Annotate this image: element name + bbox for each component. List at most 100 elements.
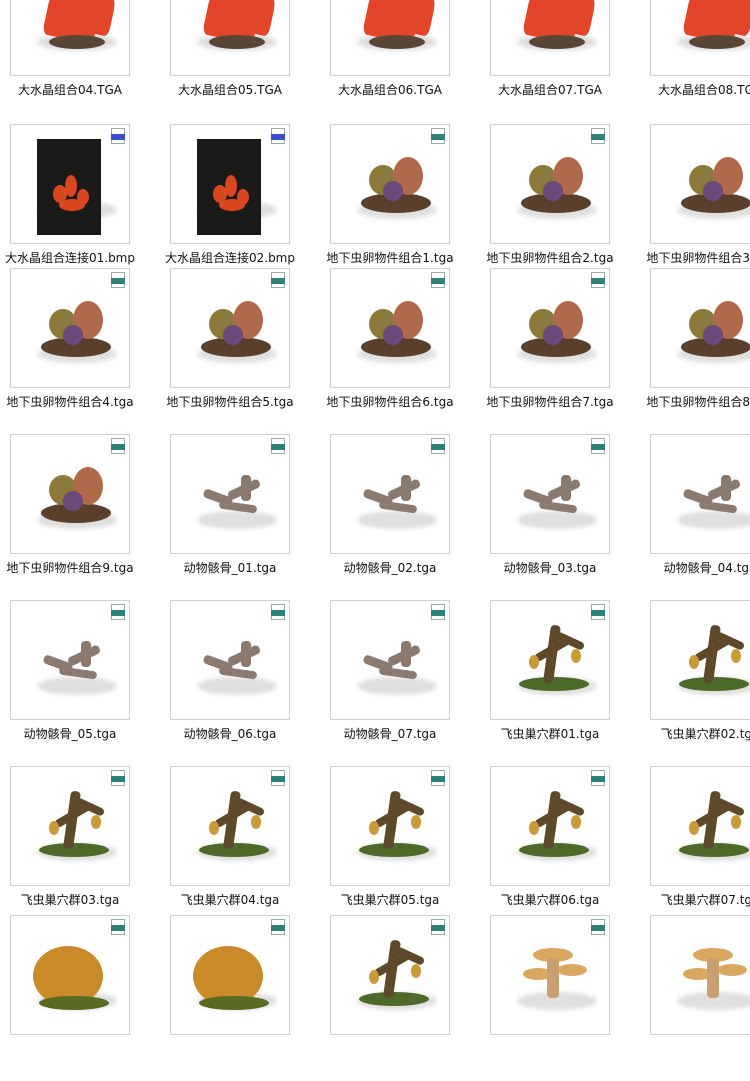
file-tile[interactable]: 大水晶组合连接01.bmp [5, 124, 170, 290]
file-thumbnail[interactable] [170, 600, 290, 720]
file-tile[interactable]: 地下虫卵物件组合4.tga [6, 268, 170, 434]
file-thumbnail[interactable] [650, 600, 750, 720]
file-thumbnail[interactable] [330, 766, 450, 886]
file-thumbnail[interactable] [10, 600, 130, 720]
file-thumbnail[interactable] [330, 600, 450, 720]
file-name-label[interactable]: 动物骸骨_05.tga [0, 725, 150, 742]
file-thumbnail[interactable] [170, 915, 290, 1035]
file-tile[interactable]: 飞虫巢穴群06.tga [490, 766, 650, 932]
file-tile[interactable]: 大水晶组合连接02.bmp [165, 124, 330, 290]
file-name-label[interactable]: 大水晶组合连接01.bmp [0, 249, 150, 266]
file-thumbnail[interactable] [650, 268, 750, 388]
file-thumbnail[interactable] [330, 0, 450, 76]
file-name-label[interactable]: 飞虫巢穴群03.tga [0, 891, 150, 908]
file-name-label[interactable]: 地下虫卵物件组合1.tga [310, 249, 470, 266]
file-tile[interactable]: 动物骸骨_03.tga [490, 434, 650, 600]
file-tile[interactable]: 动物骸骨_06.tga [170, 600, 330, 766]
file-tile[interactable] [650, 915, 750, 1081]
file-thumbnail[interactable] [170, 268, 290, 388]
file-name-label[interactable]: 地下虫卵物件组合9.tga [0, 559, 150, 576]
file-tile[interactable]: 飞虫巢穴群07.tga [650, 766, 750, 932]
file-thumbnail[interactable] [330, 124, 450, 244]
file-name-label[interactable]: 大水晶组合连接02.bmp [150, 249, 310, 266]
file-tile[interactable] [490, 915, 650, 1081]
file-tile[interactable]: 飞虫巢穴群05.tga [330, 766, 490, 932]
file-tile[interactable]: 动物骸骨_05.tga [10, 600, 170, 766]
file-name-label[interactable]: 地下虫卵物件组合7.tga [470, 393, 630, 410]
file-tile[interactable]: 动物骸骨_02.tga [330, 434, 490, 600]
file-tile[interactable]: 地下虫卵物件组合2.tga [486, 124, 650, 290]
file-name-label[interactable]: 飞虫巢穴群02.tga [630, 725, 750, 742]
file-tile[interactable]: 大水晶组合04.TGA [10, 0, 170, 122]
file-name-label[interactable]: 大水晶组合07.TGA [470, 81, 630, 98]
file-name-label[interactable]: 动物骸骨_03.tga [470, 559, 630, 576]
file-tile[interactable]: 地下虫卵物件组合7.tga [486, 268, 650, 434]
file-name-label[interactable]: 大水晶组合06.TGA [310, 81, 470, 98]
file-name-label[interactable]: 飞虫巢穴群01.tga [470, 725, 630, 742]
file-thumbnail[interactable] [10, 915, 130, 1035]
file-tile[interactable]: 动物骸骨_07.tga [330, 600, 490, 766]
file-thumbnail[interactable] [170, 0, 290, 76]
file-thumbnail[interactable] [490, 124, 610, 244]
file-name-label[interactable]: 飞虫巢穴群06.tga [470, 891, 630, 908]
file-name-label[interactable]: 大水晶组合08.TGA [630, 81, 750, 98]
file-thumbnail[interactable] [650, 766, 750, 886]
file-thumbnail[interactable] [650, 915, 750, 1035]
file-thumbnail[interactable] [330, 268, 450, 388]
file-tile[interactable]: 飞虫巢穴群03.tga [10, 766, 170, 932]
file-name-label[interactable]: 动物骸骨_02.tga [310, 559, 470, 576]
file-name-label[interactable]: 地下虫卵物件组合6.tga [310, 393, 470, 410]
file-thumbnail[interactable] [330, 915, 450, 1035]
file-name-label[interactable]: 动物骸骨_04.tga [630, 559, 750, 576]
file-tile[interactable]: 大水晶组合06.TGA [330, 0, 490, 122]
file-tile[interactable] [170, 915, 330, 1081]
file-thumbnail[interactable] [490, 434, 610, 554]
file-thumbnail[interactable] [650, 434, 750, 554]
file-name-label[interactable]: 地下虫卵物件组合4.tga [0, 393, 150, 410]
file-name-label[interactable]: 大水晶组合04.TGA [0, 81, 150, 98]
file-tile[interactable]: 动物骸骨_01.tga [170, 434, 330, 600]
file-name-label[interactable]: 地下虫卵物件组合2.tga [470, 249, 630, 266]
file-tile[interactable]: 飞虫巢穴群01.tga [490, 600, 650, 766]
file-name-label[interactable]: 动物骸骨_01.tga [150, 559, 310, 576]
file-tile[interactable] [10, 915, 170, 1081]
file-thumbnail[interactable] [10, 0, 130, 76]
file-thumbnail[interactable] [10, 434, 130, 554]
file-name-label[interactable]: 飞虫巢穴群05.tga [310, 891, 470, 908]
file-tile[interactable]: 飞虫巢穴群04.tga [170, 766, 330, 932]
file-tile[interactable]: 地下虫卵物件组合8.tga [646, 268, 750, 434]
file-thumbnail[interactable] [490, 268, 610, 388]
file-name-label[interactable]: 飞虫巢穴群04.tga [150, 891, 310, 908]
file-thumbnail[interactable] [330, 434, 450, 554]
file-name-label[interactable]: 地下虫卵物件组合5.tga [150, 393, 310, 410]
file-name-label[interactable]: 动物骸骨_07.tga [310, 725, 470, 742]
file-thumbnail[interactable] [170, 766, 290, 886]
file-tile[interactable]: 动物骸骨_04.tga [650, 434, 750, 600]
file-tile[interactable]: 地下虫卵物件组合5.tga [166, 268, 330, 434]
file-thumbnail[interactable] [490, 915, 610, 1035]
file-name-label[interactable]: 动物骸骨_06.tga [150, 725, 310, 742]
file-thumbnail[interactable] [650, 124, 750, 244]
file-thumbnail[interactable] [490, 766, 610, 886]
file-tile[interactable]: 大水晶组合05.TGA [170, 0, 330, 122]
file-name-label[interactable]: 飞虫巢穴群07.tga [630, 891, 750, 908]
file-name-label[interactable]: 地下虫卵物件组合3.tga [630, 249, 750, 266]
file-thumbnail[interactable] [490, 0, 610, 76]
file-tile[interactable]: 地下虫卵物件组合6.tga [326, 268, 490, 434]
file-thumbnail[interactable] [170, 434, 290, 554]
file-tile[interactable]: 大水晶组合08.TGA [650, 0, 750, 122]
file-thumbnail[interactable] [10, 268, 130, 388]
file-name-label[interactable]: 大水晶组合05.TGA [150, 81, 310, 98]
file-thumbnail[interactable] [490, 600, 610, 720]
file-tile[interactable]: 地下虫卵物件组合1.tga [326, 124, 490, 290]
file-thumbnail[interactable] [170, 124, 290, 244]
file-thumbnail[interactable] [650, 0, 750, 76]
file-thumbnail[interactable] [10, 766, 130, 886]
file-thumbnail[interactable] [10, 124, 130, 244]
file-tile[interactable]: 大水晶组合07.TGA [490, 0, 650, 122]
file-name-label[interactable]: 地下虫卵物件组合8.tga [630, 393, 750, 410]
file-tile[interactable] [330, 915, 490, 1081]
file-tile[interactable]: 地下虫卵物件组合9.tga [6, 434, 170, 600]
file-tile[interactable]: 地下虫卵物件组合3.tga [646, 124, 750, 290]
file-tile[interactable]: 飞虫巢穴群02.tga [650, 600, 750, 766]
